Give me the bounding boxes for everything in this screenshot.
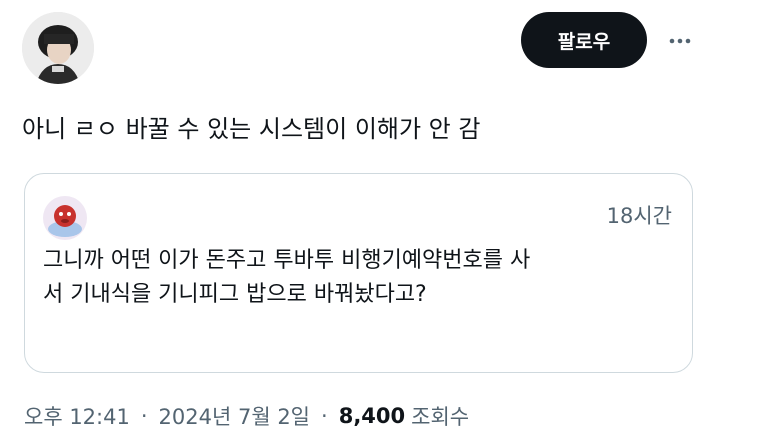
views-count: 8,400 bbox=[338, 404, 406, 428]
more-options-button[interactable] bbox=[661, 22, 699, 60]
quoted-tweet-text: 그니까 어떤 이가 돈주고 투바투 비행기예약번호를 사 서 기내식을 기니피그… bbox=[43, 244, 673, 312]
quoted-author-avatar[interactable] bbox=[43, 196, 87, 240]
more-horizontal-icon bbox=[669, 38, 691, 44]
avatar-image bbox=[22, 12, 94, 84]
tweet-text: 아니 ㄹㅇ 바꿀 수 있는 시스템이 이해가 안 감 bbox=[22, 115, 481, 143]
quoted-tweet-time[interactable]: 18시간 bbox=[607, 200, 672, 230]
tweet-date[interactable]: 2024년 7월 2일 bbox=[159, 401, 310, 431]
views-label: 조회수 bbox=[411, 405, 470, 429]
quoted-text-line: 그니까 어떤 이가 돈주고 투바투 비행기예약번호를 사 bbox=[43, 248, 531, 273]
separator-dot: · bbox=[140, 404, 148, 428]
quoted-text-line: 서 기내식을 기니피그 밥으로 바꿔놨다고? bbox=[43, 282, 427, 307]
quoted-avatar-image bbox=[43, 196, 87, 240]
separator-dot: · bbox=[321, 404, 328, 428]
tweet-meta: 오후 12:41 · 2024년 7월 2일 · 8,400 조회수 bbox=[24, 401, 469, 431]
quoted-tweet-card[interactable]: 18시간 그니까 어떤 이가 돈주고 투바투 비행기예약번호를 사 서 기내식을… bbox=[24, 173, 693, 373]
follow-button[interactable]: 팔로우 bbox=[521, 12, 647, 68]
tweet-time[interactable]: 오후 12:41 bbox=[24, 401, 130, 431]
author-avatar[interactable] bbox=[22, 12, 94, 84]
